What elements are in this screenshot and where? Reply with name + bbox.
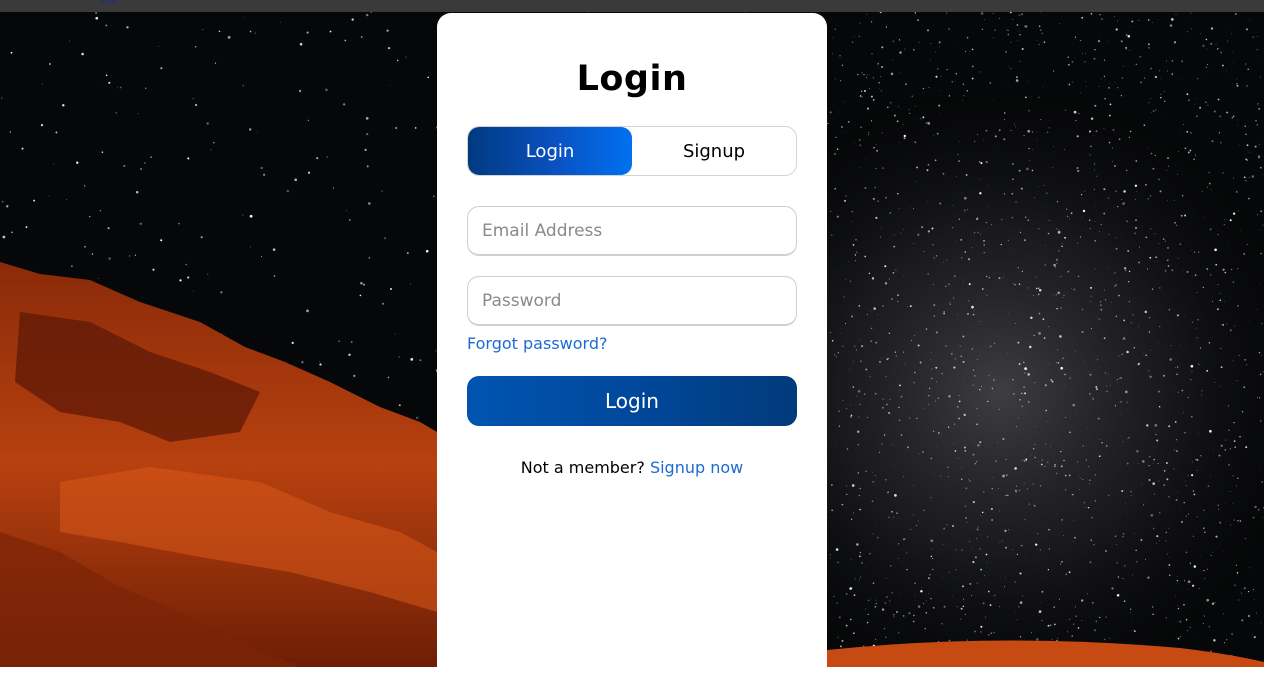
signup-prompt: Not a member? Signup now (437, 458, 827, 477)
tab-signup[interactable]: Signup (632, 127, 796, 175)
email-field[interactable] (467, 206, 797, 256)
forgot-password-link[interactable]: Forgot password? (467, 334, 607, 353)
tab-login[interactable]: Login (468, 127, 632, 175)
login-card: Login Login Signup Forgot password? Logi… (437, 13, 827, 683)
page-title: Login (437, 59, 827, 99)
tab-indicator (100, 0, 116, 3)
browser-top-bar (0, 0, 1264, 12)
signup-now-link[interactable]: Signup now (650, 458, 743, 477)
login-button[interactable]: Login (467, 376, 797, 426)
login-signup-toggle: Login Signup (467, 126, 797, 176)
password-field[interactable] (467, 276, 797, 326)
member-text: Not a member? (521, 458, 645, 477)
